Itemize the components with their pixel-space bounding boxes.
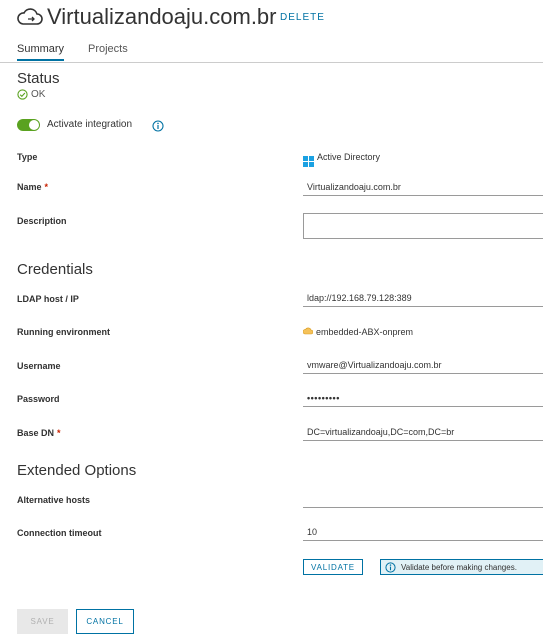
- cancel-button[interactable]: CANCEL: [76, 609, 134, 634]
- check-circle-icon: [17, 89, 28, 100]
- type-label: Type: [17, 152, 38, 162]
- required-mark: *: [57, 428, 61, 438]
- tab-projects[interactable]: Projects: [88, 43, 128, 59]
- windows-icon: [303, 156, 314, 167]
- username-input[interactable]: vmware@Virtualizandoaju.com.br: [303, 358, 543, 374]
- validate-hint-banner: Validate before making changes.: [380, 559, 543, 575]
- connection-timeout-label: Connection timeout: [17, 528, 102, 538]
- info-icon[interactable]: [152, 120, 164, 132]
- activate-integration-toggle[interactable]: [17, 119, 40, 131]
- running-env-label: Running environment: [17, 327, 110, 337]
- validate-hint-text: Validate before making changes.: [401, 562, 517, 572]
- name-label-text: Name: [17, 182, 42, 192]
- tab-bar: Summary Projects: [0, 40, 543, 63]
- base-dn-label-text: Base DN: [17, 428, 55, 438]
- status-value: OK: [31, 89, 46, 100]
- info-icon: [385, 561, 396, 573]
- description-textarea[interactable]: [303, 213, 543, 239]
- password-input[interactable]: •••••••••: [303, 391, 543, 407]
- extended-options-heading: Extended Options: [17, 462, 137, 479]
- delete-button[interactable]: DELETE: [280, 12, 325, 23]
- ldap-host-input[interactable]: ldap://192.168.79.128:389: [303, 291, 543, 307]
- activate-integration-label: Activate integration: [47, 119, 133, 130]
- running-env-value: embedded-ABX-onprem: [316, 327, 414, 337]
- name-input[interactable]: Virtualizandoaju.com.br: [303, 180, 543, 196]
- name-label: Name *: [17, 182, 48, 192]
- type-value: Active Directory: [317, 152, 381, 162]
- connection-timeout-input[interactable]: 10: [303, 525, 543, 541]
- cloud-sync-icon: [17, 8, 43, 25]
- username-label: Username: [17, 361, 61, 371]
- save-button[interactable]: SAVE: [17, 609, 68, 634]
- status-heading: Status: [17, 70, 60, 87]
- base-dn-input[interactable]: DC=virtualizandoaju,DC=com,DC=br: [303, 425, 543, 441]
- alternative-hosts-input[interactable]: [303, 492, 543, 508]
- cloud-env-icon: [303, 327, 313, 335]
- required-mark: *: [44, 182, 49, 192]
- base-dn-label: Base DN *: [17, 428, 61, 438]
- type-value-row: Active Directory: [303, 152, 380, 167]
- validate-button[interactable]: VALIDATE: [303, 559, 363, 575]
- credentials-heading: Credentials: [17, 261, 93, 278]
- ldap-host-label: LDAP host / IP: [17, 294, 79, 304]
- password-label: Password: [17, 394, 60, 404]
- status-badge: OK: [17, 89, 45, 100]
- alternative-hosts-label: Alternative hosts: [17, 495, 91, 505]
- tab-summary[interactable]: Summary: [17, 43, 65, 61]
- page-title: Virtualizandoaju.com.br: [47, 4, 277, 29]
- description-label: Description: [17, 216, 67, 226]
- running-env-row: embedded-ABX-onprem: [303, 327, 413, 337]
